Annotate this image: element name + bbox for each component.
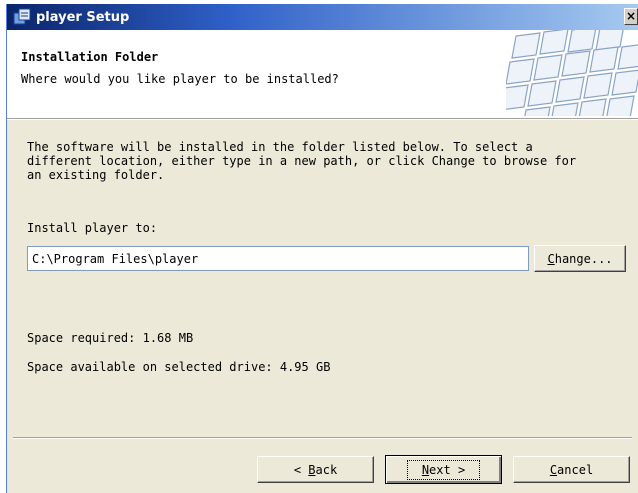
footer-divider	[13, 437, 632, 439]
page-subtitle: Where would you like player to be instal…	[21, 72, 339, 86]
cancel-button[interactable]: Cancel	[513, 456, 630, 483]
back-button-label: ack	[315, 462, 338, 477]
back-button-prefix: <	[293, 462, 309, 477]
close-button[interactable]: ×	[624, 8, 638, 25]
change-button-mnemonic: C	[547, 251, 555, 266]
next-button-mnemonic: N	[421, 462, 430, 477]
space-required-text: Space required: 1.68 MB	[27, 331, 194, 345]
setup-installer-icon	[13, 8, 31, 26]
back-button-mnemonic: B	[308, 462, 316, 477]
back-button[interactable]: < Back	[257, 456, 374, 483]
change-button-label: hange...	[554, 251, 613, 266]
page-title: Installation Folder	[21, 50, 159, 64]
change-button[interactable]: Change...	[534, 245, 626, 272]
cancel-button-label: ancel	[557, 462, 594, 477]
next-button-focus: Next >	[406, 459, 481, 480]
setup-window: player Setup × Installation Folder Where…	[6, 4, 638, 493]
install-path-input[interactable]	[27, 246, 529, 271]
cancel-button-mnemonic: C	[549, 462, 558, 477]
description-line: The software will be installed in the fo…	[27, 140, 533, 154]
keyboard-keys-banner	[506, 30, 638, 116]
next-button[interactable]: Next >	[385, 455, 502, 484]
window-title: player Setup	[36, 9, 130, 25]
description-text: The software will be installed in the fo…	[27, 140, 627, 182]
title-bar[interactable]: player Setup ×	[7, 4, 638, 30]
close-icon: ×	[625, 9, 637, 23]
next-button-label: ext >	[429, 462, 466, 477]
description-line: different location, either type in a new…	[27, 154, 577, 168]
description-line: an existing folder.	[27, 168, 165, 182]
space-available-text: Space available on selected drive: 4.95 …	[27, 360, 331, 374]
install-location-label: Install player to:	[27, 221, 158, 235]
header-panel: Installation Folder Where would you like…	[7, 30, 638, 119]
